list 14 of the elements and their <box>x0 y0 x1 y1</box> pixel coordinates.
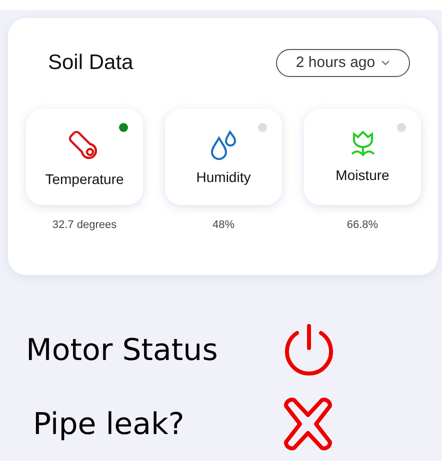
sensor-tile[interactable]: Temperature <box>26 108 143 204</box>
sensor-label: Temperature <box>45 170 124 189</box>
sensor-reading: 32.7 degrees <box>52 218 117 232</box>
chevron-down-icon <box>381 60 390 66</box>
card-title: Soil Data <box>48 50 134 76</box>
sensor-tile[interactable]: Moisture <box>304 108 421 204</box>
status-label: Pipe leak? <box>32 406 186 444</box>
time-range-dropdown[interactable]: 2 hours ago <box>276 48 410 77</box>
sensor-reading: 66.8% <box>346 218 378 232</box>
sensor-tile[interactable]: Humidity <box>165 108 282 204</box>
status-label: Motor Status <box>25 332 219 370</box>
sensor-reading: 48% <box>212 218 235 232</box>
sensor-label: Humidity <box>196 168 251 187</box>
sensor-label: Moisture <box>336 166 390 184</box>
